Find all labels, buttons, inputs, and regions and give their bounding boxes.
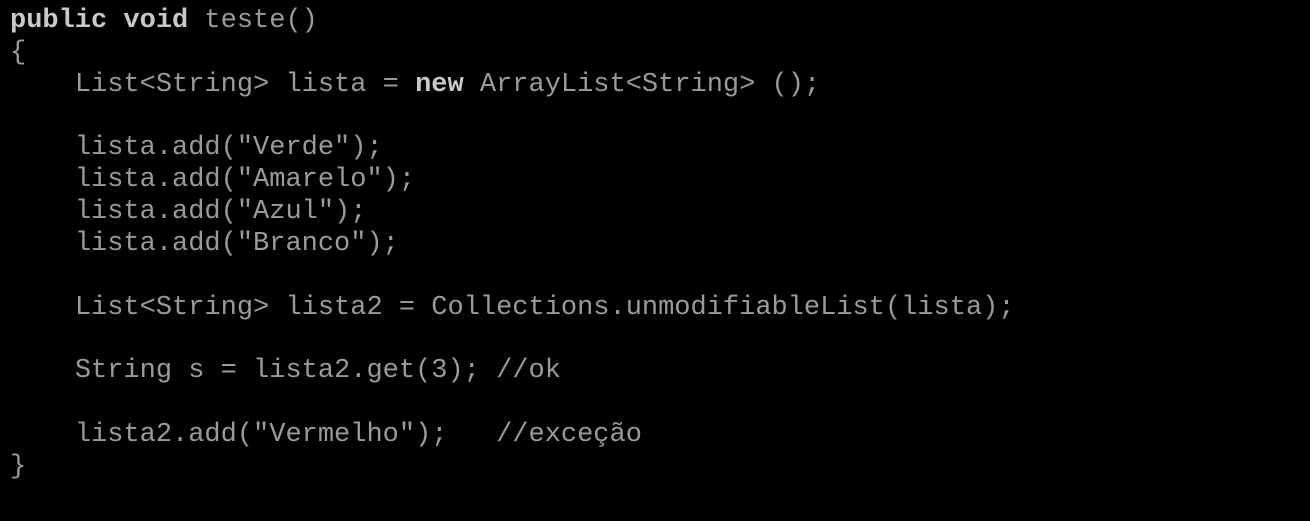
add-amarelo: lista.add("Amarelo");: [75, 165, 415, 195]
get-line: String s = lista2.get(3); //ok: [75, 356, 561, 386]
list-declaration-2: List<String> lista2 = Collections.unmodi…: [75, 293, 1015, 323]
indent: [10, 70, 75, 100]
open-brace: {: [10, 38, 26, 68]
indent: [10, 293, 75, 323]
indent: [10, 420, 75, 450]
add-vermelho: lista2.add("Vermelho"); //exceção: [75, 420, 642, 450]
add-verde: lista.add("Verde");: [75, 133, 383, 163]
indent: [10, 356, 75, 386]
add-branco: lista.add("Branco");: [75, 229, 399, 259]
indent: [10, 165, 75, 195]
keyword-new: new: [415, 70, 464, 100]
close-brace: }: [10, 452, 26, 482]
indent: [10, 229, 75, 259]
indent: [10, 197, 75, 227]
add-azul: lista.add("Azul");: [75, 197, 367, 227]
keyword-public: public: [10, 6, 107, 36]
list-declaration-1-b: ArrayList<String> ();: [464, 70, 820, 100]
code-block: public void teste() { List<String> lista…: [10, 6, 1300, 484]
keyword-void: void: [123, 6, 188, 36]
indent: [10, 133, 75, 163]
method-signature: teste(): [188, 6, 318, 36]
list-declaration-1-a: List<String> lista =: [75, 70, 415, 100]
